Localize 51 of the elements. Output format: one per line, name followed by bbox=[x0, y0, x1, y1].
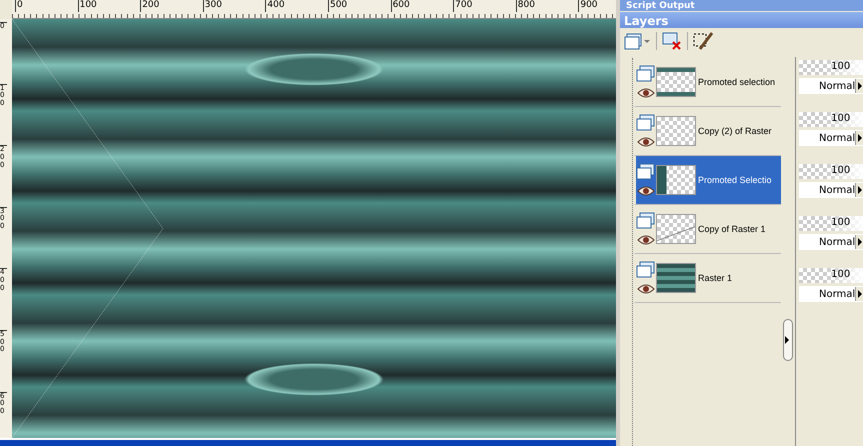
eye-icon[interactable] bbox=[637, 234, 655, 246]
blend-mode-dropdown[interactable]: Normal bbox=[799, 234, 863, 250]
layer-name: Promoted Selectio bbox=[698, 175, 772, 185]
layer-thumbnail bbox=[656, 67, 696, 97]
ruler-label: 300 bbox=[202, 0, 266, 12]
new-layer-icon[interactable] bbox=[624, 31, 652, 51]
eye-icon[interactable] bbox=[637, 136, 655, 148]
opacity-slider[interactable]: 100 bbox=[799, 268, 863, 283]
opacity-value: 100 bbox=[831, 61, 850, 72]
ruler-label: 400 bbox=[265, 0, 328, 12]
layer-thumbnail bbox=[656, 263, 696, 293]
ruler-label: 600 bbox=[390, 0, 454, 12]
ruler-label: 500 bbox=[328, 0, 391, 12]
opacity-slider[interactable]: 100 bbox=[799, 60, 863, 75]
opacity-value: 100 bbox=[831, 113, 850, 124]
raster-layer-icon bbox=[636, 65, 656, 83]
eye-icon[interactable] bbox=[637, 185, 655, 197]
raster-layer-icon bbox=[636, 114, 656, 132]
layer-name: Copy (2) of Raster bbox=[698, 126, 772, 136]
delete-layer-icon[interactable] bbox=[661, 31, 683, 51]
raster-layer-icon bbox=[636, 163, 656, 181]
layer-name: Raster 1 bbox=[698, 273, 732, 283]
ruler-label: 200 bbox=[140, 0, 203, 12]
opacity-slider[interactable]: 100 bbox=[799, 216, 863, 231]
edit-selection-icon[interactable] bbox=[692, 31, 714, 51]
panel-title: Layers bbox=[624, 14, 668, 28]
ruler-label: 700 bbox=[453, 0, 516, 12]
ruler-label: 800 bbox=[516, 0, 578, 12]
scrollbar[interactable] bbox=[783, 319, 793, 361]
blend-mode-dropdown[interactable]: Normal bbox=[799, 130, 863, 146]
layer-thumbnail bbox=[656, 165, 696, 195]
layer-name: Promoted selection bbox=[698, 77, 776, 87]
opacity-value: 100 bbox=[831, 269, 850, 280]
expand-arrow-icon[interactable] bbox=[785, 336, 789, 344]
ruler-label: 0 bbox=[15, 0, 78, 12]
opacity-slider[interactable]: 100 bbox=[799, 112, 863, 127]
raster-layer-icon bbox=[636, 212, 656, 230]
opacity-slider[interactable]: 100 bbox=[799, 164, 863, 179]
layer-thumbnail bbox=[656, 116, 696, 146]
eye-icon[interactable] bbox=[637, 87, 655, 99]
layer-thumbnail bbox=[656, 214, 696, 244]
blend-mode-dropdown[interactable]: Normal bbox=[799, 78, 863, 94]
raster-layer-icon bbox=[636, 261, 656, 279]
layer-row[interactable]: Promoted Selectio bbox=[633, 156, 781, 205]
layer-name: Copy of Raster 1 bbox=[698, 224, 766, 234]
eye-icon[interactable] bbox=[637, 283, 655, 295]
blend-mode-dropdown[interactable]: Normal bbox=[799, 182, 863, 198]
opacity-value: 100 bbox=[831, 217, 850, 228]
opacity-value: 100 bbox=[831, 165, 850, 176]
ruler-label: 100 bbox=[78, 0, 140, 12]
blend-mode-dropdown[interactable]: Normal bbox=[799, 286, 863, 302]
